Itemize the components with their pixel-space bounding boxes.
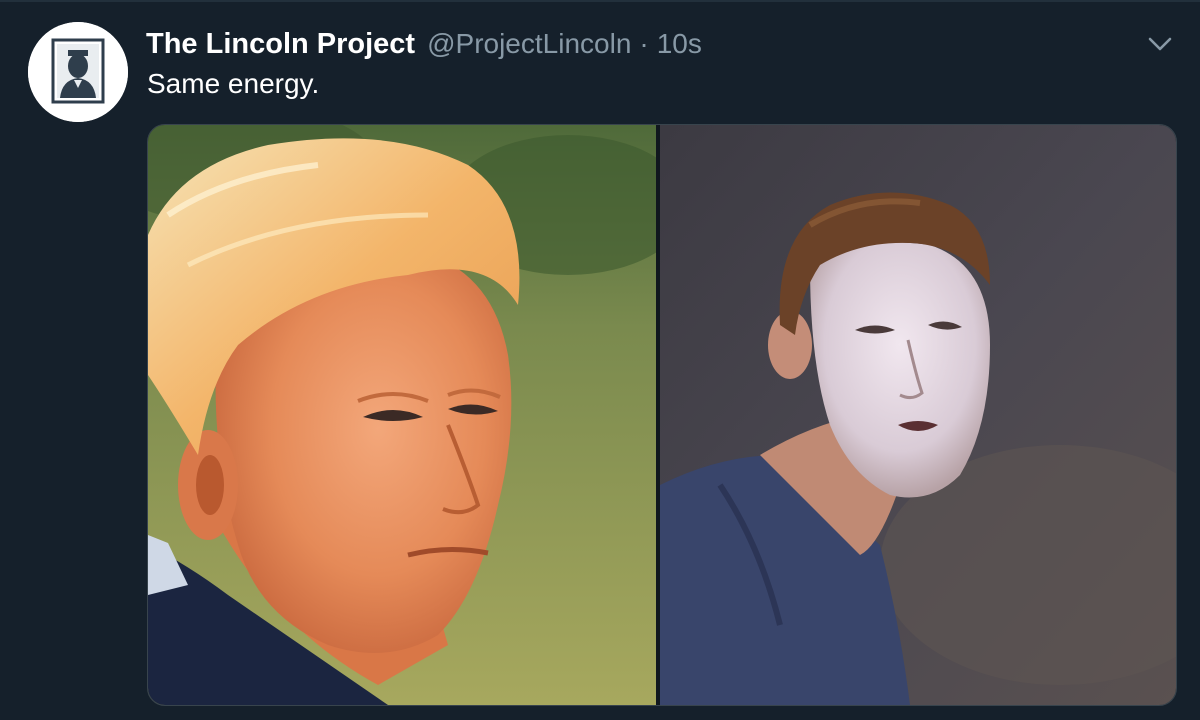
photo-right[interactable] — [660, 125, 1176, 705]
tweet-media[interactable] — [147, 124, 1177, 706]
separator-dot: · — [639, 28, 649, 59]
tweet-timestamp[interactable]: 10s — [657, 28, 702, 60]
chevron-down-icon — [1148, 37, 1172, 51]
pale-faced-man-photo — [660, 125, 1176, 705]
tweet-header: The Lincoln Project @ProjectLincoln · 10… — [146, 24, 702, 64]
avatar[interactable] — [28, 22, 128, 122]
timeline-divider — [0, 0, 1200, 2]
tweet: The Lincoln Project @ProjectLincoln · 10… — [0, 0, 1200, 720]
author-display-name[interactable]: The Lincoln Project — [146, 28, 415, 61]
lincoln-portrait-avatar-icon — [28, 22, 128, 122]
photo-left[interactable] — [148, 125, 656, 705]
author-handle[interactable]: @ProjectLincoln — [427, 28, 631, 60]
tweet-text: Same energy. — [147, 68, 320, 99]
orange-tanned-man-photo — [148, 125, 656, 705]
tweet-menu-button[interactable] — [1140, 28, 1180, 60]
